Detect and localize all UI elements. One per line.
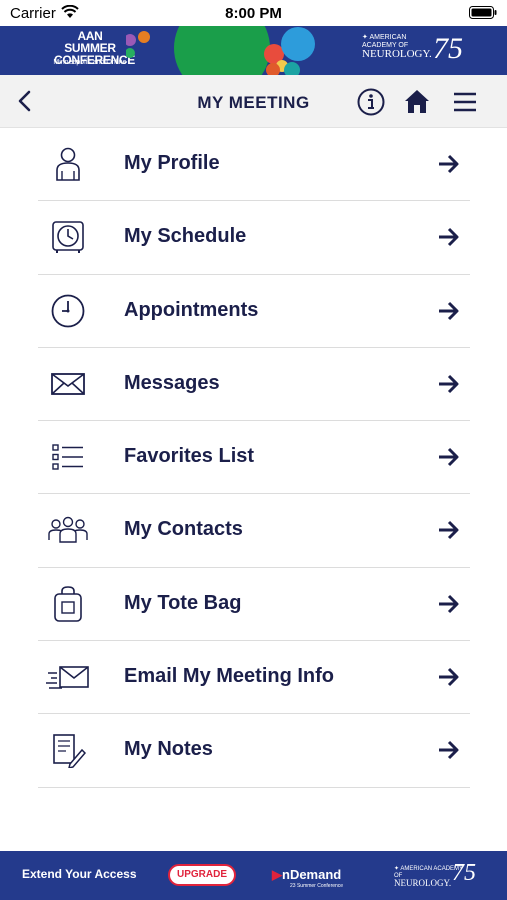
send-mail-icon (46, 659, 90, 695)
arrow-right-icon (438, 301, 460, 321)
menu-item-label: My Notes (124, 738, 213, 761)
menu-item-my-contacts[interactable]: My Contacts (38, 494, 470, 568)
menu-item-my-schedule[interactable]: My Schedule (38, 201, 470, 275)
menu-item-my-profile[interactable]: My Profile (38, 128, 470, 202)
arrow-right-icon (438, 740, 460, 760)
clock-icon (50, 293, 86, 329)
menu-item-label: Favorites List (124, 445, 255, 468)
upgrade-button[interactable]: UPGRADE (168, 864, 236, 886)
footer-anniversary-75-logo: 75 (452, 860, 476, 886)
menu-item-messages[interactable]: Messages (38, 348, 470, 422)
clock-time: 8:00 PM (225, 5, 282, 22)
menu-item-label: Email My Meeting Info (124, 665, 335, 688)
arrow-right-icon (438, 594, 460, 614)
navigation-bar: MY MEETING (0, 75, 507, 128)
status-bar: Carrier 8:00 PM (0, 0, 507, 26)
arrow-right-icon (438, 667, 460, 687)
arrow-right-icon (438, 154, 460, 174)
arrow-right-icon (438, 447, 460, 467)
notes-icon (50, 732, 87, 770)
group-icon (48, 512, 88, 548)
menu-item-my-notes[interactable]: My Notes (38, 714, 470, 788)
arrow-right-icon (438, 374, 460, 394)
anniversary-75-logo: 75 (433, 32, 463, 65)
menu-item-label: Messages (124, 371, 220, 394)
clock-schedule-icon (50, 219, 86, 255)
conference-banner[interactable]: AAN SUMMER CONFERENCE Minneapolis and On… (0, 26, 507, 75)
banner-event-subtitle: Minneapolis and Online (53, 59, 127, 66)
banner-artwork (126, 26, 315, 75)
ondemand-subtitle: 23 Summer Conference (290, 883, 344, 889)
arrow-right-icon (438, 520, 460, 540)
menu-item-appointments[interactable]: Appointments (38, 275, 470, 348)
menu-item-label: My Schedule (124, 225, 247, 248)
info-icon[interactable] (356, 87, 386, 117)
ondemand-logo: ▶nDemand (272, 867, 342, 882)
home-icon[interactable] (402, 87, 432, 117)
menu-item-label: My Contacts (124, 518, 243, 541)
envelope-icon (50, 366, 86, 402)
footer-banner[interactable]: Extend Your Access UPGRADE ▶nDemand 23 S… (0, 851, 507, 900)
menu-item-label: Appointments (124, 298, 259, 321)
menu-item-favorites-list[interactable]: Favorites List (38, 421, 470, 495)
checklist-icon (50, 439, 86, 475)
my-meeting-menu: My Profile My Schedule Appointments Mess… (38, 128, 470, 788)
menu-item-my-tote-bag[interactable]: My Tote Bag (38, 568, 470, 642)
arrow-right-icon (438, 227, 460, 247)
menu-item-label: My Tote Bag (124, 591, 242, 614)
extend-access-text: Extend Your Access (22, 867, 137, 881)
battery-icon (469, 6, 497, 24)
aan-logo: ✦ AMERICAN ACADEMY OF NEUROLOGY. (362, 34, 432, 60)
menu-item-label: My Profile (124, 152, 220, 174)
hamburger-icon[interactable] (450, 87, 480, 117)
menu-item-email-my-meeting-info[interactable]: Email My Meeting Info (38, 641, 470, 715)
bag-icon (50, 585, 86, 622)
person-icon (50, 146, 86, 182)
